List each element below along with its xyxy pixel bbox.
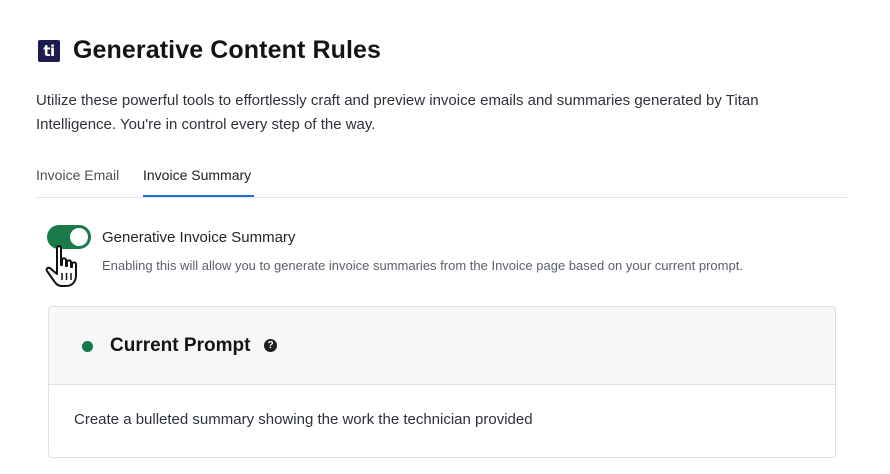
- page-header: ti Generative Content Rules: [38, 36, 381, 65]
- tab-invoice-email[interactable]: Invoice Email: [36, 167, 119, 183]
- card-title: Current Prompt: [110, 335, 251, 356]
- help-circle-icon[interactable]: ?: [264, 339, 277, 352]
- toggle-help-text: Enabling this will allow you to generate…: [102, 258, 743, 273]
- titan-logo: ti: [38, 39, 60, 62]
- prompt-text: Create a bulleted summary showing the wo…: [74, 411, 533, 428]
- active-tab-indicator: [143, 195, 254, 197]
- tab-bar: Invoice Email Invoice Summary: [36, 159, 847, 198]
- toggle-label: Generative Invoice Summary: [102, 229, 296, 246]
- current-prompt-card: Current Prompt ? Create a bulleted summa…: [48, 306, 836, 458]
- status-dot-icon: [82, 341, 93, 352]
- hand-pointer-cursor-icon: [45, 245, 77, 287]
- page-title: Generative Content Rules: [73, 36, 382, 64]
- card-header: Current Prompt ?: [49, 307, 835, 385]
- tab-invoice-summary[interactable]: Invoice Summary: [143, 167, 251, 183]
- page-description: Utilize these powerful tools to effortle…: [36, 92, 759, 133]
